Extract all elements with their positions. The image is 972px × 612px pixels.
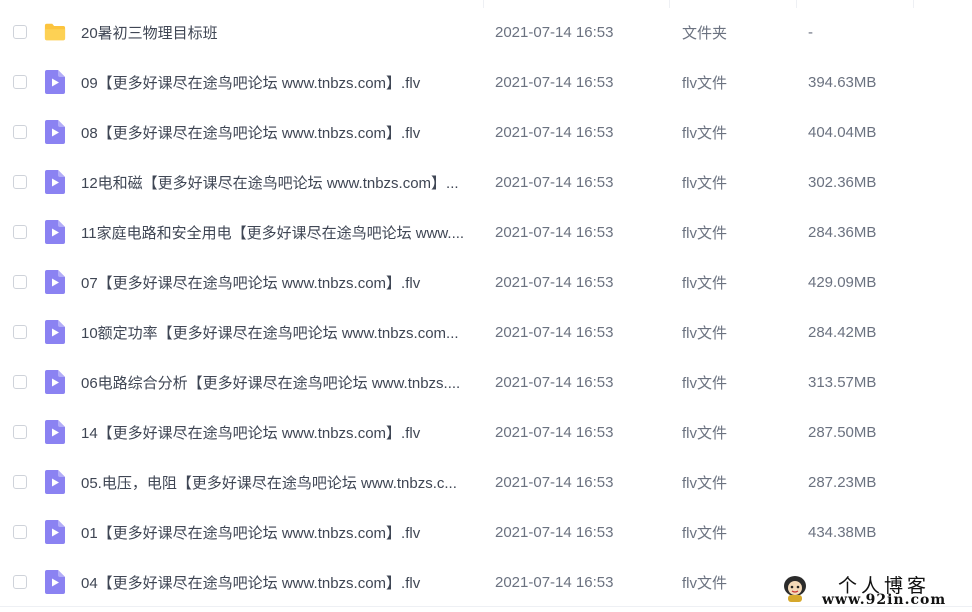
file-row[interactable]: 08【更多好课尽在途鸟吧论坛 www.tnbzs.com】.flv 2021-07… <box>0 107 972 157</box>
file-date: 2021-07-14 16:53 <box>495 273 614 291</box>
file-row[interactable]: 10额定功率【更多好课尽在途鸟吧论坛 www.tnbzs.com... 2021-… <box>0 307 972 357</box>
row-checkbox[interactable] <box>13 225 27 239</box>
folder-icon <box>44 20 66 44</box>
video-file-icon <box>44 220 66 244</box>
file-date: 2021-07-14 16:53 <box>495 423 614 441</box>
row-checkbox[interactable] <box>13 125 27 139</box>
file-type: flv文件 <box>682 574 728 592</box>
file-row[interactable]: 11家庭电路和安全用电【更多好课尽在途鸟吧论坛 www.... 2021-07-1… <box>0 207 972 257</box>
video-file-icon <box>44 320 66 344</box>
video-file-icon <box>44 70 66 94</box>
file-name[interactable]: 14【更多好课尽在途鸟吧论坛 www.tnbzs.com】.flv <box>81 422 477 443</box>
file-size: 302.36MB <box>808 173 877 191</box>
row-checkbox[interactable] <box>13 425 27 439</box>
file-name[interactable]: 20暑初三物理目标班 <box>81 22 477 43</box>
row-checkbox[interactable] <box>13 575 27 589</box>
file-name[interactable]: 12电和磁【更多好课尽在途鸟吧论坛 www.tnbzs.com】... <box>81 172 477 193</box>
file-type: flv文件 <box>682 324 728 342</box>
file-name[interactable]: 07【更多好课尽在途鸟吧论坛 www.tnbzs.com】.flv <box>81 272 477 293</box>
file-type: flv文件 <box>682 424 728 442</box>
file-type: flv文件 <box>682 224 728 242</box>
file-date: 2021-07-14 16:53 <box>495 523 614 541</box>
file-type: 文件夹 <box>682 24 728 42</box>
file-date: 2021-07-14 16:53 <box>495 573 614 591</box>
file-type: flv文件 <box>682 124 728 142</box>
file-size: 313.57MB <box>808 373 877 391</box>
file-row[interactable]: 05.电压，电阻【更多好课尽在途鸟吧论坛 www.tnbzs.c... 2021-… <box>0 457 972 507</box>
file-row[interactable]: 12电和磁【更多好课尽在途鸟吧论坛 www.tnbzs.com】... 2021-… <box>0 157 972 207</box>
file-date: 2021-07-14 16:53 <box>495 23 614 41</box>
file-name[interactable]: 01【更多好课尽在途鸟吧论坛 www.tnbzs.com】.flv <box>81 522 477 543</box>
file-size: 284.42MB <box>808 323 877 341</box>
file-size: 284.36MB <box>808 223 877 241</box>
file-name[interactable]: 11家庭电路和安全用电【更多好课尽在途鸟吧论坛 www.... <box>81 222 477 243</box>
file-type: flv文件 <box>682 274 728 292</box>
file-row[interactable]: 06电路综合分析【更多好课尽在途鸟吧论坛 www.tnbzs.... 2021-0… <box>0 357 972 407</box>
row-checkbox[interactable] <box>13 525 27 539</box>
row-checkbox[interactable] <box>13 75 27 89</box>
watermark-url: www.92in.com <box>822 592 947 608</box>
file-row[interactable]: 07【更多好课尽在途鸟吧论坛 www.tnbzs.com】.flv 2021-07… <box>0 257 972 307</box>
file-date: 2021-07-14 16:53 <box>495 73 614 91</box>
file-name[interactable]: 10额定功率【更多好课尽在途鸟吧论坛 www.tnbzs.com... <box>81 322 477 343</box>
file-name[interactable]: 04【更多好课尽在途鸟吧论坛 www.tnbzs.com】.flv <box>81 572 477 593</box>
row-checkbox[interactable] <box>13 175 27 189</box>
file-size: 404.04MB <box>808 123 877 141</box>
file-date: 2021-07-14 16:53 <box>495 373 614 391</box>
video-file-icon <box>44 170 66 194</box>
video-file-icon <box>44 570 66 594</box>
file-size: 394.63MB <box>808 73 877 91</box>
file-date: 2021-07-14 16:53 <box>495 223 614 241</box>
file-row[interactable]: 20暑初三物理目标班 2021-07-14 16:53 文件夹 - <box>0 7 972 57</box>
file-type: flv文件 <box>682 374 728 392</box>
file-size: 434.38MB <box>808 523 877 541</box>
video-file-icon <box>44 470 66 494</box>
file-size: 287.23MB <box>808 473 877 491</box>
file-row[interactable]: 09【更多好课尽在途鸟吧论坛 www.tnbzs.com】.flv 2021-07… <box>0 57 972 107</box>
file-date: 2021-07-14 16:53 <box>495 323 614 341</box>
video-file-icon <box>44 370 66 394</box>
file-name[interactable]: 08【更多好课尽在途鸟吧论坛 www.tnbzs.com】.flv <box>81 122 477 143</box>
video-file-icon <box>44 420 66 444</box>
row-checkbox[interactable] <box>13 475 27 489</box>
video-file-icon <box>44 270 66 294</box>
file-size: 429.09MB <box>808 273 877 291</box>
file-type: flv文件 <box>682 74 728 92</box>
file-row[interactable]: 14【更多好课尽在途鸟吧论坛 www.tnbzs.com】.flv 2021-07… <box>0 407 972 457</box>
file-type: flv文件 <box>682 174 728 192</box>
file-type: flv文件 <box>682 524 728 542</box>
file-date: 2021-07-14 16:53 <box>495 123 614 141</box>
row-checkbox[interactable] <box>13 25 27 39</box>
file-date: 2021-07-14 16:53 <box>495 173 614 191</box>
file-list: 20暑初三物理目标班 2021-07-14 16:53 文件夹 - 09【更多好课尽在途… <box>0 0 972 612</box>
file-size: 287.50MB <box>808 423 877 441</box>
row-checkbox[interactable] <box>13 275 27 289</box>
file-name[interactable]: 09【更多好课尽在途鸟吧论坛 www.tnbzs.com】.flv <box>81 72 477 93</box>
watermark-avatar-icon <box>782 573 808 603</box>
file-size: - <box>808 23 813 41</box>
file-name[interactable]: 06电路综合分析【更多好课尽在途鸟吧论坛 www.tnbzs.... <box>81 372 477 393</box>
video-file-icon <box>44 520 66 544</box>
file-row[interactable]: 01【更多好课尽在途鸟吧论坛 www.tnbzs.com】.flv 2021-07… <box>0 507 972 557</box>
file-name[interactable]: 05.电压，电阻【更多好课尽在途鸟吧论坛 www.tnbzs.c... <box>81 472 477 493</box>
file-type: flv文件 <box>682 474 728 492</box>
row-checkbox[interactable] <box>13 375 27 389</box>
video-file-icon <box>44 120 66 144</box>
row-checkbox[interactable] <box>13 325 27 339</box>
watermark: 个人博客 www.92in.com <box>778 570 968 610</box>
file-date: 2021-07-14 16:53 <box>495 473 614 491</box>
